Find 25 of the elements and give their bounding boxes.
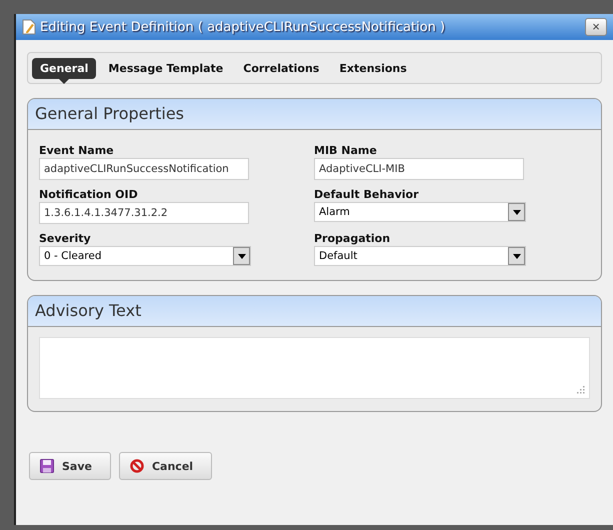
input-field[interactable]: 1.3.6.1.4.1.3477.31.2.2	[39, 202, 249, 224]
dropdown[interactable]: Alarm	[314, 202, 526, 222]
close-button[interactable]: ×	[585, 18, 607, 36]
field-label: MIB Name	[314, 144, 377, 157]
tab-pointer-icon	[59, 78, 70, 84]
panel-title: Advisory Text	[28, 296, 601, 327]
prohibited-icon	[130, 459, 144, 473]
field-label: Propagation	[314, 232, 390, 245]
field-label: Default Behavior	[314, 188, 419, 201]
cancel-button[interactable]: Cancel	[118, 452, 212, 480]
save-button[interactable]: Save	[29, 452, 111, 480]
input-field[interactable]: AdaptiveCLI-MIB	[314, 158, 524, 180]
dropdown[interactable]: 0 - Cleared	[39, 246, 251, 266]
field-label: Event Name	[39, 144, 114, 157]
document-icon	[22, 19, 36, 35]
resize-grip-icon[interactable]	[577, 386, 585, 394]
field-label: Severity	[39, 232, 91, 245]
tab[interactable]: Message Template	[100, 58, 232, 78]
window-title: Editing Event Definition ( adaptiveCLIRunSuccessNotification )	[40, 20, 446, 34]
panel-title: General Properties	[28, 99, 601, 130]
field-label: Notification OID	[39, 188, 138, 201]
input-field[interactable]: adaptiveCLIRunSuccessNotification	[39, 158, 249, 180]
dropdown[interactable]: Default	[314, 246, 526, 266]
tab[interactable]: Extensions	[331, 58, 415, 78]
tab[interactable]: Correlations	[235, 58, 328, 78]
